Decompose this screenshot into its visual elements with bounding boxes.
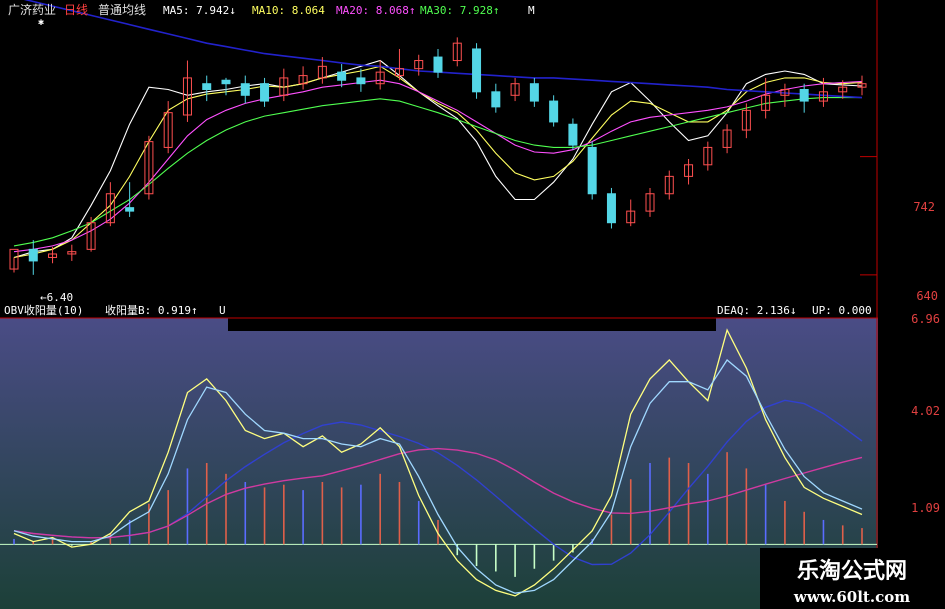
star-marker-icon: ✱	[38, 17, 44, 28]
sub-field2-readout: DEAQ: 2.136↓	[717, 304, 796, 317]
candle-down[interactable]	[28, 248, 38, 262]
sub-indicator-title[interactable]: OBV收阳量(10)	[4, 303, 83, 317]
candle-down[interactable]	[568, 123, 578, 146]
price-axis-label-742: 742	[913, 200, 935, 214]
stock-name: 广济药业	[8, 2, 56, 17]
candle-down[interactable]	[472, 48, 482, 93]
candle-down[interactable]	[549, 100, 559, 123]
sub-axis-label-3: 1.09	[911, 501, 940, 515]
candle-down[interactable]	[606, 193, 616, 224]
sub-clipped-mark: U	[219, 304, 226, 317]
candle-down[interactable]	[260, 83, 270, 102]
sub-panel-background	[0, 318, 878, 609]
watermark-brand: 乐淘公式网	[797, 558, 907, 584]
candle-down[interactable]	[433, 56, 443, 73]
ma5-readout: MA5: 7.942↓	[163, 4, 236, 17]
candle-down[interactable]	[125, 207, 135, 212]
indicator-name[interactable]: 普通均线	[98, 3, 146, 17]
candle-down[interactable]	[337, 71, 347, 81]
candle-down[interactable]	[221, 79, 231, 85]
stock-chart[interactable]: 广济药业 日线 普通均线 MA5: 7.942↓ MA10: 8.064 MA2…	[0, 0, 945, 609]
sub-field3-readout: UP: 0.000	[812, 304, 872, 317]
sub-field1-readout: 收阳量B: 0.919↑	[105, 303, 198, 317]
header-overflow-mark: M	[528, 4, 535, 17]
sub-axis-label-1: 6.96	[911, 312, 940, 326]
ma20-readout: MA20: 8.068↑	[336, 4, 415, 17]
candle-down[interactable]	[356, 77, 366, 85]
price-panel-background	[0, 0, 945, 300]
candle-down[interactable]	[529, 83, 539, 102]
candle-down[interactable]	[799, 89, 809, 102]
candle-down[interactable]	[491, 91, 501, 108]
ma30-readout: MA30: 7.928↑	[420, 4, 499, 17]
ma10-readout: MA10: 8.064	[252, 4, 325, 17]
candle-down[interactable]	[587, 146, 597, 195]
candle-down[interactable]	[240, 83, 250, 96]
sub-axis-label-2: 4.02	[911, 404, 940, 418]
watermark-url: www.60lt.com	[793, 588, 910, 606]
candle-down[interactable]	[202, 83, 212, 91]
period-label[interactable]: 日线	[64, 3, 88, 17]
